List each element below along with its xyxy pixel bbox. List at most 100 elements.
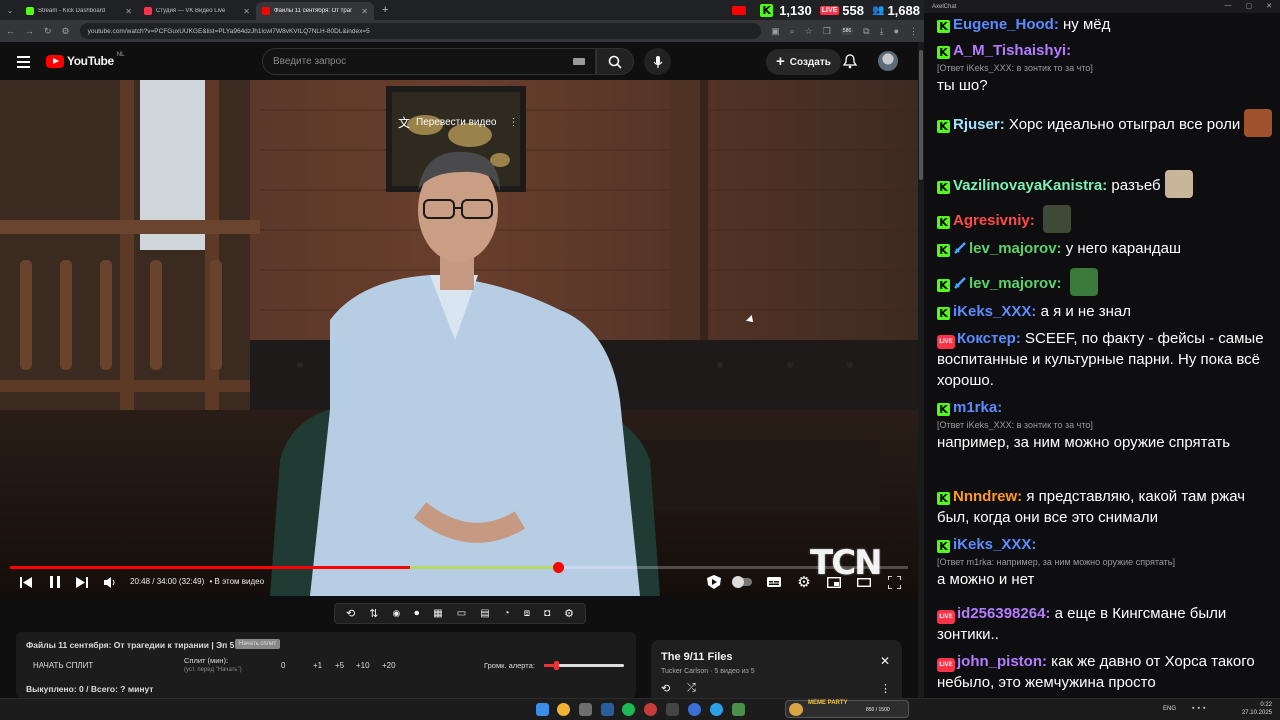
tab-vk-studio[interactable]: Студия — VK Видео Live ✕ xyxy=(138,2,256,20)
chat-username[interactable]: Rjuser xyxy=(953,116,1000,133)
close-icon[interactable]: ✕ xyxy=(243,7,250,16)
camera-icon[interactable]: ◘ xyxy=(544,608,550,619)
close-icon[interactable]: ✕ xyxy=(125,7,132,16)
minimize-icon[interactable]: — xyxy=(1225,2,1232,10)
window-icon[interactable]: ▭ xyxy=(457,608,466,619)
language-indicator[interactable]: ENG xyxy=(1163,706,1176,712)
site-info-icon[interactable]: ⚙ xyxy=(62,26,70,37)
subtitles-button[interactable] xyxy=(766,572,782,592)
hamburger-menu-icon[interactable] xyxy=(17,56,30,68)
chat-username[interactable]: A_M_Tishaishyi xyxy=(953,42,1066,59)
split-minutes-value[interactable]: 0 xyxy=(281,661,285,670)
loop-icon[interactable]: ⟲ xyxy=(346,607,355,620)
back-icon[interactable]: ← xyxy=(6,26,15,36)
film-icon[interactable]: ▤ xyxy=(480,608,489,619)
reload-icon[interactable]: ↻ xyxy=(44,26,52,37)
chat-username[interactable]: Eugene_Hood xyxy=(953,16,1054,33)
add-10-button[interactable]: +10 xyxy=(356,661,370,670)
chat-username[interactable]: iKeks_XXX xyxy=(953,536,1031,553)
next-button[interactable] xyxy=(74,572,90,592)
translate-video-button[interactable]: 文 Перевести видео ⋮ xyxy=(392,110,524,135)
app-icon[interactable] xyxy=(732,703,745,716)
record-icon[interactable]: ⏺ xyxy=(414,608,419,619)
steam-icon[interactable] xyxy=(601,703,614,716)
obs-icon[interactable] xyxy=(644,703,657,716)
scrollbar-thumb[interactable] xyxy=(919,50,923,180)
chat-username[interactable]: VazilinovayaKanistra xyxy=(953,177,1102,194)
extension-badge[interactable]: 586 xyxy=(840,27,854,35)
puzzle-icon[interactable]: ⧉ xyxy=(863,26,869,37)
start-windows-icon[interactable] xyxy=(536,703,549,716)
cog-icon[interactable]: ⚙ xyxy=(564,607,574,620)
account-avatar[interactable] xyxy=(878,51,898,71)
playlist-menu-icon[interactable]: ⋮ xyxy=(880,682,891,695)
sort-icon[interactable]: ⇅ xyxy=(369,607,378,620)
url-field[interactable]: youtube.com/watch?v=PCFGuxUUKGE&list=PLY… xyxy=(79,23,762,39)
chat-username[interactable]: id256398264 xyxy=(957,605,1045,622)
youtube-logo[interactable]: YouTube NL xyxy=(46,52,124,68)
maximize-icon[interactable]: ▢ xyxy=(1246,2,1253,10)
add-20-button[interactable]: +20 xyxy=(382,661,396,670)
install-icon[interactable]: ▣ xyxy=(771,26,780,37)
previous-button[interactable] xyxy=(18,572,34,592)
chat-username[interactable]: lev_majorov xyxy=(969,240,1057,257)
audio-icon[interactable]: ◉ xyxy=(392,608,400,619)
pause-button[interactable] xyxy=(47,572,63,592)
create-button[interactable]: + Создать xyxy=(766,49,841,75)
chat-username[interactable]: lev_majorov xyxy=(969,275,1057,292)
video-progress-bar[interactable] xyxy=(10,562,908,573)
miniplayer-button[interactable] xyxy=(826,572,842,592)
more-options-icon[interactable]: ⋮ xyxy=(508,117,518,128)
playlist-title[interactable]: The 9/11 Files xyxy=(661,651,733,663)
notifications-bell-icon[interactable] xyxy=(843,54,857,69)
speed-icon[interactable]: ◔ xyxy=(504,608,510,619)
chat-username[interactable]: m1rka xyxy=(953,399,997,416)
shuffle-icon[interactable]: ⤮ xyxy=(687,682,696,695)
profile-icon[interactable]: ● xyxy=(894,26,899,36)
media-icon[interactable] xyxy=(688,703,701,716)
explorer-icon[interactable] xyxy=(579,703,592,716)
loop-playlist-icon[interactable]: ⟲ xyxy=(661,682,670,695)
volume-button[interactable] xyxy=(102,572,118,592)
split-tag[interactable]: Начать сплит xyxy=(235,639,281,649)
forward-icon[interactable]: → xyxy=(25,26,34,36)
clapper-icon[interactable]: ▦ xyxy=(433,608,442,619)
bookmark-star-icon[interactable]: ☆ xyxy=(805,26,813,37)
chat-username[interactable]: Кокстер xyxy=(957,330,1016,347)
start-split-button[interactable]: НАЧАТЬ СПЛИТ xyxy=(33,661,93,670)
fullscreen-button[interactable] xyxy=(886,572,902,592)
video-player[interactable]: 文 Перевести видео ⋮ xyxy=(0,80,918,596)
premium-icon[interactable] xyxy=(705,572,723,592)
close-window-icon[interactable]: ✕ xyxy=(1266,2,1272,10)
chat-username[interactable]: Nnndrew xyxy=(953,488,1017,505)
app-icon[interactable] xyxy=(666,703,679,716)
chrome-icon[interactable] xyxy=(557,703,570,716)
chat-username[interactable]: Agresivniy xyxy=(953,212,1030,229)
alert-volume-knob[interactable] xyxy=(554,661,559,670)
tab-youtube-video[interactable]: Файлы 11 сентября: От траг ✕ xyxy=(256,2,374,20)
menu-dots-icon[interactable]: ⋮ xyxy=(909,26,918,37)
progress-scrubber[interactable] xyxy=(552,562,564,573)
alert-volume-slider[interactable] xyxy=(544,661,624,670)
tray-icons[interactable]: ▪▪▪ xyxy=(1192,705,1208,712)
telegram-icon[interactable] xyxy=(710,703,723,716)
download-icon[interactable]: ⤓ xyxy=(880,26,884,37)
close-playlist-icon[interactable]: ✕ xyxy=(880,654,890,668)
tab-menu-icon[interactable]: ⌄ xyxy=(0,6,20,15)
voice-search-button[interactable] xyxy=(644,48,671,75)
chat-username[interactable]: john_piston xyxy=(957,653,1042,670)
new-tab-button[interactable]: + xyxy=(382,4,388,16)
close-icon[interactable]: ✕ xyxy=(361,7,368,16)
autoplay-toggle[interactable] xyxy=(731,572,753,592)
extension-icon[interactable]: ❒ xyxy=(823,26,831,37)
chat-username[interactable]: iKeks_XXX xyxy=(953,303,1031,320)
chapter-link[interactable]: • В этом видео xyxy=(210,577,265,586)
theater-mode-button[interactable] xyxy=(856,572,872,592)
add-5-button[interactable]: +5 xyxy=(335,661,344,670)
search-input[interactable]: Введите запрос xyxy=(262,48,596,75)
settings-button[interactable]: ⚙ xyxy=(796,572,812,592)
zoom-icon[interactable]: ⌕ xyxy=(790,26,795,37)
add-1-button[interactable]: +1 xyxy=(313,661,322,670)
keyboard-icon[interactable] xyxy=(573,58,585,65)
screenshot-icon[interactable]: ⧈ xyxy=(524,608,530,619)
